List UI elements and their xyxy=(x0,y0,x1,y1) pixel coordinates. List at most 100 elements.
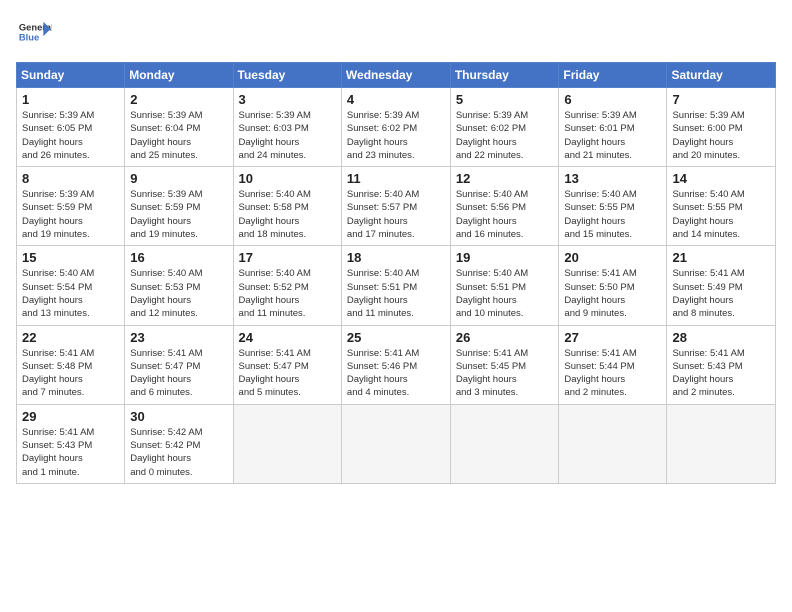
day-number: 4 xyxy=(347,92,445,107)
calendar-header-row: SundayMondayTuesdayWednesdayThursdayFrid… xyxy=(17,63,776,88)
day-of-week-header: Friday xyxy=(559,63,667,88)
calendar-cell: 17 Sunrise: 5:40 AM Sunset: 5:52 PM Dayl… xyxy=(233,246,341,325)
day-number: 8 xyxy=(22,171,119,186)
calendar-cell: 27 Sunrise: 5:41 AM Sunset: 5:44 PM Dayl… xyxy=(559,325,667,404)
day-info: Sunrise: 5:41 AM Sunset: 5:48 PM Dayligh… xyxy=(22,347,119,400)
day-number: 10 xyxy=(239,171,336,186)
day-number: 12 xyxy=(456,171,554,186)
day-number: 18 xyxy=(347,250,445,265)
calendar-row: 29 Sunrise: 5:41 AM Sunset: 5:43 PM Dayl… xyxy=(17,404,776,483)
day-info: Sunrise: 5:41 AM Sunset: 5:47 PM Dayligh… xyxy=(130,347,227,400)
day-of-week-header: Monday xyxy=(125,63,233,88)
calendar-cell: 3 Sunrise: 5:39 AM Sunset: 6:03 PM Dayli… xyxy=(233,88,341,167)
calendar-cell: 24 Sunrise: 5:41 AM Sunset: 5:47 PM Dayl… xyxy=(233,325,341,404)
day-info: Sunrise: 5:39 AM Sunset: 5:59 PM Dayligh… xyxy=(22,188,119,241)
day-of-week-header: Saturday xyxy=(667,63,776,88)
calendar-row: 15 Sunrise: 5:40 AM Sunset: 5:54 PM Dayl… xyxy=(17,246,776,325)
calendar-cell xyxy=(450,404,559,483)
calendar-cell: 12 Sunrise: 5:40 AM Sunset: 5:56 PM Dayl… xyxy=(450,167,559,246)
calendar-cell: 1 Sunrise: 5:39 AM Sunset: 6:05 PM Dayli… xyxy=(17,88,125,167)
calendar-cell: 23 Sunrise: 5:41 AM Sunset: 5:47 PM Dayl… xyxy=(125,325,233,404)
day-number: 5 xyxy=(456,92,554,107)
day-of-week-header: Tuesday xyxy=(233,63,341,88)
calendar-cell: 21 Sunrise: 5:41 AM Sunset: 5:49 PM Dayl… xyxy=(667,246,776,325)
day-of-week-header: Wednesday xyxy=(341,63,450,88)
day-info: Sunrise: 5:41 AM Sunset: 5:47 PM Dayligh… xyxy=(239,347,336,400)
day-number: 1 xyxy=(22,92,119,107)
day-info: Sunrise: 5:39 AM Sunset: 5:59 PM Dayligh… xyxy=(130,188,227,241)
calendar-cell: 15 Sunrise: 5:40 AM Sunset: 5:54 PM Dayl… xyxy=(17,246,125,325)
day-info: Sunrise: 5:39 AM Sunset: 6:05 PM Dayligh… xyxy=(22,109,119,162)
day-number: 13 xyxy=(564,171,661,186)
day-info: Sunrise: 5:40 AM Sunset: 5:57 PM Dayligh… xyxy=(347,188,445,241)
calendar-cell: 22 Sunrise: 5:41 AM Sunset: 5:48 PM Dayl… xyxy=(17,325,125,404)
calendar-cell: 13 Sunrise: 5:40 AM Sunset: 5:55 PM Dayl… xyxy=(559,167,667,246)
day-number: 20 xyxy=(564,250,661,265)
day-info: Sunrise: 5:39 AM Sunset: 6:01 PM Dayligh… xyxy=(564,109,661,162)
day-number: 14 xyxy=(672,171,770,186)
day-info: Sunrise: 5:40 AM Sunset: 5:55 PM Dayligh… xyxy=(564,188,661,241)
calendar-cell: 9 Sunrise: 5:39 AM Sunset: 5:59 PM Dayli… xyxy=(125,167,233,246)
calendar-cell xyxy=(559,404,667,483)
calendar-cell xyxy=(233,404,341,483)
day-number: 16 xyxy=(130,250,227,265)
day-number: 24 xyxy=(239,330,336,345)
calendar-cell: 10 Sunrise: 5:40 AM Sunset: 5:58 PM Dayl… xyxy=(233,167,341,246)
day-info: Sunrise: 5:41 AM Sunset: 5:45 PM Dayligh… xyxy=(456,347,554,400)
day-info: Sunrise: 5:40 AM Sunset: 5:58 PM Dayligh… xyxy=(239,188,336,241)
day-info: Sunrise: 5:39 AM Sunset: 6:02 PM Dayligh… xyxy=(456,109,554,162)
day-info: Sunrise: 5:39 AM Sunset: 6:02 PM Dayligh… xyxy=(347,109,445,162)
calendar-cell: 30 Sunrise: 5:42 AM Sunset: 5:42 PM Dayl… xyxy=(125,404,233,483)
day-info: Sunrise: 5:41 AM Sunset: 5:49 PM Dayligh… xyxy=(672,267,770,320)
calendar-cell: 6 Sunrise: 5:39 AM Sunset: 6:01 PM Dayli… xyxy=(559,88,667,167)
day-number: 21 xyxy=(672,250,770,265)
day-number: 11 xyxy=(347,171,445,186)
calendar-cell: 2 Sunrise: 5:39 AM Sunset: 6:04 PM Dayli… xyxy=(125,88,233,167)
day-number: 28 xyxy=(672,330,770,345)
calendar-cell: 7 Sunrise: 5:39 AM Sunset: 6:00 PM Dayli… xyxy=(667,88,776,167)
day-info: Sunrise: 5:41 AM Sunset: 5:46 PM Dayligh… xyxy=(347,347,445,400)
day-info: Sunrise: 5:40 AM Sunset: 5:51 PM Dayligh… xyxy=(347,267,445,320)
calendar-cell: 19 Sunrise: 5:40 AM Sunset: 5:51 PM Dayl… xyxy=(450,246,559,325)
calendar-cell: 11 Sunrise: 5:40 AM Sunset: 5:57 PM Dayl… xyxy=(341,167,450,246)
day-number: 29 xyxy=(22,409,119,424)
calendar-cell: 25 Sunrise: 5:41 AM Sunset: 5:46 PM Dayl… xyxy=(341,325,450,404)
day-of-week-header: Sunday xyxy=(17,63,125,88)
day-info: Sunrise: 5:40 AM Sunset: 5:56 PM Dayligh… xyxy=(456,188,554,241)
calendar-row: 8 Sunrise: 5:39 AM Sunset: 5:59 PM Dayli… xyxy=(17,167,776,246)
calendar-table: SundayMondayTuesdayWednesdayThursdayFrid… xyxy=(16,62,776,484)
calendar-cell: 18 Sunrise: 5:40 AM Sunset: 5:51 PM Dayl… xyxy=(341,246,450,325)
day-number: 19 xyxy=(456,250,554,265)
day-info: Sunrise: 5:42 AM Sunset: 5:42 PM Dayligh… xyxy=(130,426,227,479)
svg-text:Blue: Blue xyxy=(19,32,39,42)
day-number: 27 xyxy=(564,330,661,345)
calendar-row: 1 Sunrise: 5:39 AM Sunset: 6:05 PM Dayli… xyxy=(17,88,776,167)
day-number: 6 xyxy=(564,92,661,107)
day-number: 26 xyxy=(456,330,554,345)
day-info: Sunrise: 5:39 AM Sunset: 6:00 PM Dayligh… xyxy=(672,109,770,162)
day-number: 9 xyxy=(130,171,227,186)
day-info: Sunrise: 5:40 AM Sunset: 5:52 PM Dayligh… xyxy=(239,267,336,320)
day-number: 23 xyxy=(130,330,227,345)
day-number: 2 xyxy=(130,92,227,107)
calendar-cell: 28 Sunrise: 5:41 AM Sunset: 5:43 PM Dayl… xyxy=(667,325,776,404)
day-info: Sunrise: 5:40 AM Sunset: 5:53 PM Dayligh… xyxy=(130,267,227,320)
day-info: Sunrise: 5:41 AM Sunset: 5:43 PM Dayligh… xyxy=(22,426,119,479)
day-number: 22 xyxy=(22,330,119,345)
calendar-cell xyxy=(341,404,450,483)
calendar-cell xyxy=(667,404,776,483)
calendar-cell: 20 Sunrise: 5:41 AM Sunset: 5:50 PM Dayl… xyxy=(559,246,667,325)
header: General Blue xyxy=(16,16,776,52)
calendar-row: 22 Sunrise: 5:41 AM Sunset: 5:48 PM Dayl… xyxy=(17,325,776,404)
day-number: 3 xyxy=(239,92,336,107)
calendar-cell: 14 Sunrise: 5:40 AM Sunset: 5:55 PM Dayl… xyxy=(667,167,776,246)
calendar-cell: 5 Sunrise: 5:39 AM Sunset: 6:02 PM Dayli… xyxy=(450,88,559,167)
day-info: Sunrise: 5:39 AM Sunset: 6:03 PM Dayligh… xyxy=(239,109,336,162)
calendar-cell: 8 Sunrise: 5:39 AM Sunset: 5:59 PM Dayli… xyxy=(17,167,125,246)
day-info: Sunrise: 5:41 AM Sunset: 5:50 PM Dayligh… xyxy=(564,267,661,320)
day-info: Sunrise: 5:40 AM Sunset: 5:54 PM Dayligh… xyxy=(22,267,119,320)
day-info: Sunrise: 5:39 AM Sunset: 6:04 PM Dayligh… xyxy=(130,109,227,162)
day-info: Sunrise: 5:41 AM Sunset: 5:43 PM Dayligh… xyxy=(672,347,770,400)
calendar-cell: 29 Sunrise: 5:41 AM Sunset: 5:43 PM Dayl… xyxy=(17,404,125,483)
day-info: Sunrise: 5:40 AM Sunset: 5:51 PM Dayligh… xyxy=(456,267,554,320)
